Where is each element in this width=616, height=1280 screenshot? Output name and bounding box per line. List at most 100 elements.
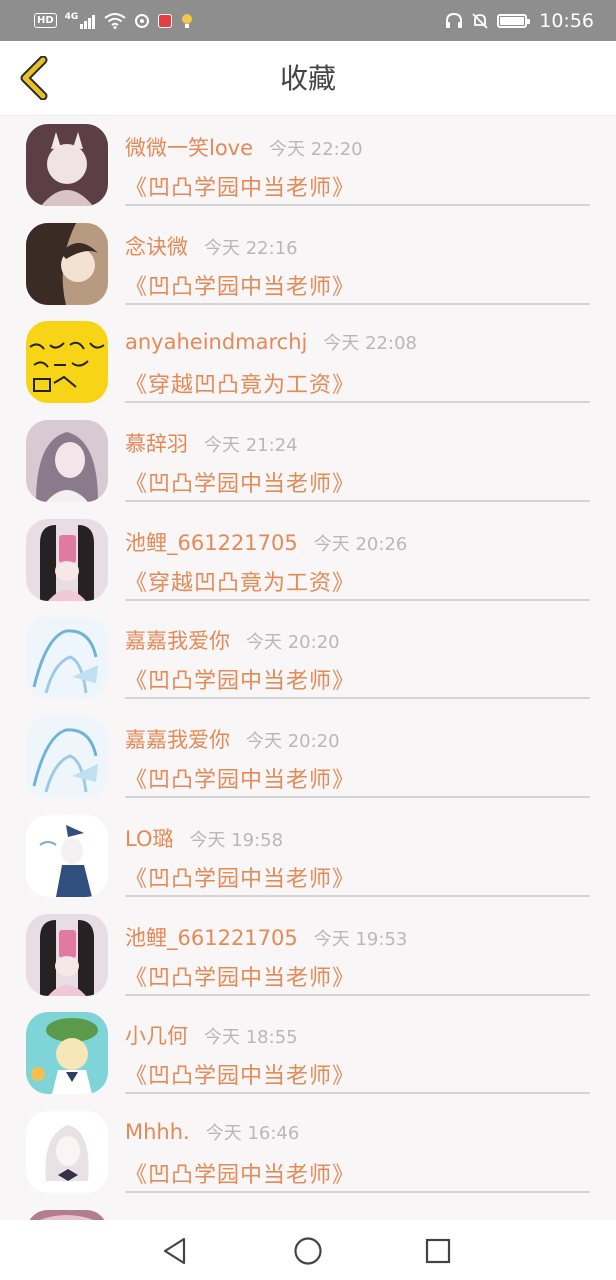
user-name[interactable]: 慕辞羽: [125, 428, 188, 458]
item-meta: 小几何 今天 18:55: [125, 1020, 298, 1050]
book-title[interactable]: 《凹凸学园中当老师》: [125, 466, 355, 498]
user-name[interactable]: 念诀微: [125, 231, 188, 261]
avatar[interactable]: [26, 1209, 108, 1220]
status-bar: HD 4G 10:56: [0, 0, 616, 41]
timestamp: 今天 16:46: [205, 1122, 300, 1144]
item-meta: 池鲤_661221705 今天 20:26: [125, 527, 407, 557]
item-meta: 池鲤_661221705 今天 19:53: [125, 922, 407, 952]
triangle-back-icon: [163, 1237, 186, 1265]
list-item[interactable]: Mhhh. 今天 16:46 《凹凸学园中当老师》: [0, 1103, 616, 1202]
avatar[interactable]: [26, 321, 108, 404]
list-item[interactable]: 嘉嘉我爱你 今天 20:20 《凹凸学园中当老师》: [0, 708, 616, 807]
book-title[interactable]: 《凹凸学园中当老师》: [125, 762, 355, 794]
list-item[interactable]: 微微一笑love 今天 22:20 《凹凸学园中当老师》: [0, 116, 616, 215]
system-nav-bar: [0, 1220, 616, 1280]
divider: [125, 993, 590, 996]
nav-back-button[interactable]: [158, 1234, 192, 1268]
book-title[interactable]: 《凹凸学园中当老师》: [125, 663, 355, 695]
avatar[interactable]: [26, 518, 108, 601]
favorites-list[interactable]: 微微一笑love 今天 22:20 《凹凸学园中当老师》 念诀微 今天 22:1…: [0, 116, 616, 1220]
avatar[interactable]: [26, 617, 108, 700]
book-title[interactable]: 《凹凸学园中当老师》: [125, 170, 355, 202]
list-item[interactable]: 池鲤_661221705 今天 20:26 《穿越凹凸竟为工资》: [0, 511, 616, 610]
timestamp: 今天 20:20: [246, 731, 340, 753]
status-right: 10:56: [445, 10, 594, 32]
divider: [125, 500, 590, 503]
book-title[interactable]: 《凹凸学园中当老师》: [125, 861, 355, 893]
circle-home-icon: [294, 1237, 322, 1265]
hd-badge: HD: [34, 13, 57, 28]
book-title[interactable]: 《穿越凹凸竟为工资》: [125, 565, 355, 597]
user-name[interactable]: 微微一笑love: [125, 132, 253, 162]
book-title[interactable]: 《凹凸学园中当老师》: [125, 269, 355, 301]
list-item[interactable]: 慕辞羽 今天 21:24 《凹凸学园中当老师》: [0, 412, 616, 511]
wifi-icon: [104, 12, 126, 29]
timestamp: 今天 21:24: [204, 435, 298, 457]
timestamp: 今天 22:16: [204, 237, 298, 259]
network-type: 4G: [64, 11, 79, 22]
app-notification-icon: [158, 13, 173, 28]
avatar[interactable]: [26, 814, 108, 897]
item-meta: 嘉嘉我爱你 今天 20:20: [125, 724, 340, 754]
item-meta: 念诀微 今天 22:16: [125, 231, 298, 261]
nav-recents-button[interactable]: [421, 1234, 455, 1268]
book-title[interactable]: 《凹凸学园中当老师》: [125, 1058, 355, 1090]
timestamp: 今天 22:08: [323, 333, 417, 355]
signal-icon: [80, 14, 96, 29]
book-title[interactable]: 《穿越凹凸竟为工资》: [125, 367, 355, 399]
app-header: 收藏: [0, 41, 616, 116]
bulb-icon: [182, 13, 193, 28]
user-name[interactable]: Mhhh.: [125, 1120, 190, 1144]
mute-bell-icon: [472, 12, 488, 29]
list-item[interactable]: anyaheindmarchj 今天 22:08 《穿越凹凸竟为工资》: [0, 313, 616, 412]
clock: 10:56: [539, 9, 594, 32]
divider: [125, 302, 590, 305]
avatar[interactable]: [26, 420, 108, 503]
item-meta: anyaheindmarchj 今天 22:08: [125, 329, 417, 355]
list-item[interactable]: 小几何 今天 18:55 《凹凸学园中当老师》: [0, 1004, 616, 1103]
avatar[interactable]: [26, 1110, 108, 1193]
timestamp: 今天 19:53: [313, 928, 408, 950]
book-title[interactable]: 《凹凸学园中当老师》: [125, 960, 355, 992]
avatar[interactable]: [26, 913, 108, 996]
nav-home-button[interactable]: [291, 1234, 325, 1268]
divider: [125, 598, 590, 601]
user-name[interactable]: 池鲤_661221705: [125, 527, 298, 557]
timestamp: 今天 19:58: [189, 829, 284, 851]
item-meta: 慕辞羽 今天 21:24: [125, 428, 298, 458]
user-name[interactable]: 嘉嘉我爱你: [125, 625, 230, 655]
divider: [125, 1092, 590, 1095]
list-item[interactable]: 嘉嘉我爱你 今天 20:20 《凹凸学园中当老师》: [0, 609, 616, 708]
divider: [125, 1190, 590, 1193]
user-name[interactable]: 嘉嘉我爱你: [125, 724, 230, 754]
divider: [125, 697, 590, 700]
user-name[interactable]: anyaheindmarchj: [125, 330, 307, 354]
user-name[interactable]: LO璐: [125, 823, 173, 853]
avatar[interactable]: [26, 1012, 108, 1095]
avatar[interactable]: [26, 716, 108, 799]
avatar[interactable]: [26, 222, 108, 305]
book-title[interactable]: 《凹凸学园中当老师》: [125, 1157, 355, 1189]
timestamp: 今天 22:20: [269, 139, 363, 160]
list-item[interactable]: 念诀微 今天 22:16 《凹凸学园中当老师》: [0, 215, 616, 314]
user-name[interactable]: 池鲤_661221705: [125, 922, 298, 952]
headphones-icon: [446, 12, 463, 28]
item-meta: Mhhh. 今天 16:46: [125, 1119, 299, 1145]
divider: [125, 204, 590, 206]
status-left: HD 4G: [34, 11, 194, 29]
list-item[interactable]: 池鲤_661221705 今天 19:53 《凹凸学园中当老师》: [0, 906, 616, 1005]
divider: [125, 401, 590, 404]
timestamp: 今天 18:55: [204, 1027, 298, 1049]
list-item-partial[interactable]: [0, 1202, 616, 1220]
list-item[interactable]: LO璐 今天 19:58 《凹凸学园中当老师》: [0, 807, 616, 906]
timestamp: 今天 20:20: [246, 632, 340, 654]
divider: [125, 796, 590, 799]
item-meta: 微微一笑love 今天 22:20: [125, 132, 363, 162]
timestamp: 今天 20:26: [313, 533, 408, 555]
item-meta: 嘉嘉我爱你 今天 20:20: [125, 625, 340, 655]
battery-icon: [497, 13, 531, 28]
user-name[interactable]: 小几何: [125, 1020, 188, 1050]
square-recents-icon: [425, 1238, 451, 1264]
page-title: 收藏: [279, 62, 336, 95]
avatar[interactable]: [26, 124, 108, 206]
